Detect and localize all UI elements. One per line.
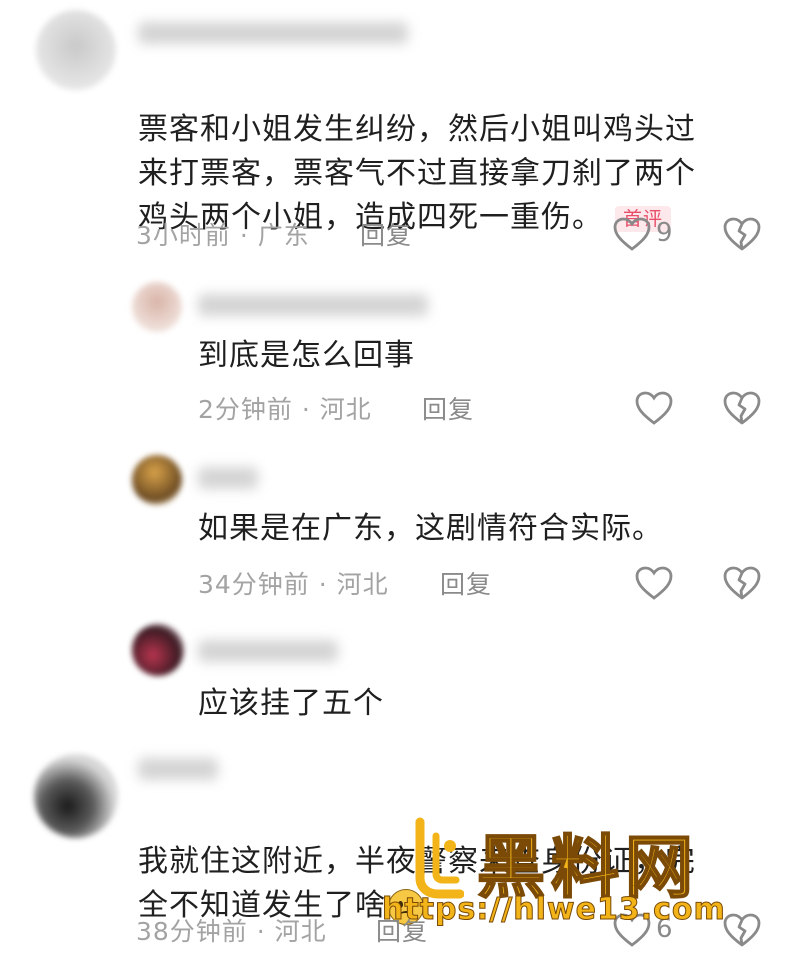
meta-separator: · (239, 221, 249, 250)
comment-time: 34分钟前 (198, 570, 310, 599)
reply-button[interactable]: 回复 (422, 390, 474, 426)
comment-time: 2分钟前 (198, 395, 293, 424)
meta-separator: · (256, 917, 266, 946)
reply-comment-item: 如果是在广东，这剧情符合实际。 34分钟前 · 河北 回复 (0, 445, 800, 605)
comment-text: 到底是怎么回事 (198, 338, 415, 373)
comment-location: 河北 (319, 395, 372, 424)
meta-separator: · (318, 570, 328, 599)
comment-meta: 3小时前 · 广东 (136, 216, 310, 252)
watermark: 黑料网 https://hlwe13.com (382, 812, 772, 942)
comment-item: 票客和小姐发生纠纷，然后小姐叫鸡头过 来打票客，票客气不过直接拿刀刹了两个 鸡头… (0, 0, 800, 260)
comment-text: 票客和小姐发生纠纷，然后小姐叫鸡头过 来打票客，票客气不过直接拿刀刹了两个 鸡头… (138, 112, 696, 235)
avatar[interactable] (36, 10, 116, 90)
username-blurred[interactable] (138, 758, 218, 780)
heart-outline-icon[interactable] (634, 390, 674, 426)
watermark-url: https://hlwe13.com (382, 892, 726, 928)
comment-text: 如果是在广东，这剧情符合实际。 (198, 511, 663, 546)
username-blurred[interactable] (198, 640, 338, 662)
comment-meta: 34分钟前 · 河北 (198, 565, 389, 601)
username-blurred[interactable] (138, 22, 408, 44)
comment-text: 应该挂了五个 (198, 686, 384, 721)
comment-time: 3小时前 (136, 221, 231, 250)
reply-comment-item: 应该挂了五个 (0, 620, 800, 730)
heart-outline-icon[interactable] (612, 216, 652, 252)
avatar[interactable] (132, 282, 182, 332)
username-blurred[interactable] (198, 467, 258, 489)
reply-button[interactable]: 回复 (440, 565, 492, 601)
avatar[interactable] (34, 754, 118, 838)
heart-outline-icon[interactable] (634, 565, 674, 601)
comment-time: 38分钟前 (136, 917, 248, 946)
broken-heart-icon[interactable] (722, 390, 762, 426)
avatar[interactable] (132, 624, 184, 676)
comment-meta: 38分钟前 · 河北 (136, 912, 327, 948)
meta-separator: · (301, 395, 311, 424)
username-blurred[interactable] (198, 294, 428, 316)
comment-meta: 2分钟前 · 河北 (198, 390, 372, 426)
comment-location: 河北 (336, 570, 389, 599)
like-count: 9 (656, 218, 673, 248)
broken-heart-icon[interactable] (722, 216, 762, 252)
comment-location: 广东 (257, 221, 310, 250)
comment-location: 河北 (274, 917, 327, 946)
avatar[interactable] (132, 455, 182, 505)
reply-comment-item: 到底是怎么回事 2分钟前 · 河北 回复 (0, 270, 800, 430)
reply-button[interactable]: 回复 (360, 216, 412, 252)
broken-heart-icon[interactable] (722, 565, 762, 601)
watermark-logo-icon (415, 817, 464, 899)
